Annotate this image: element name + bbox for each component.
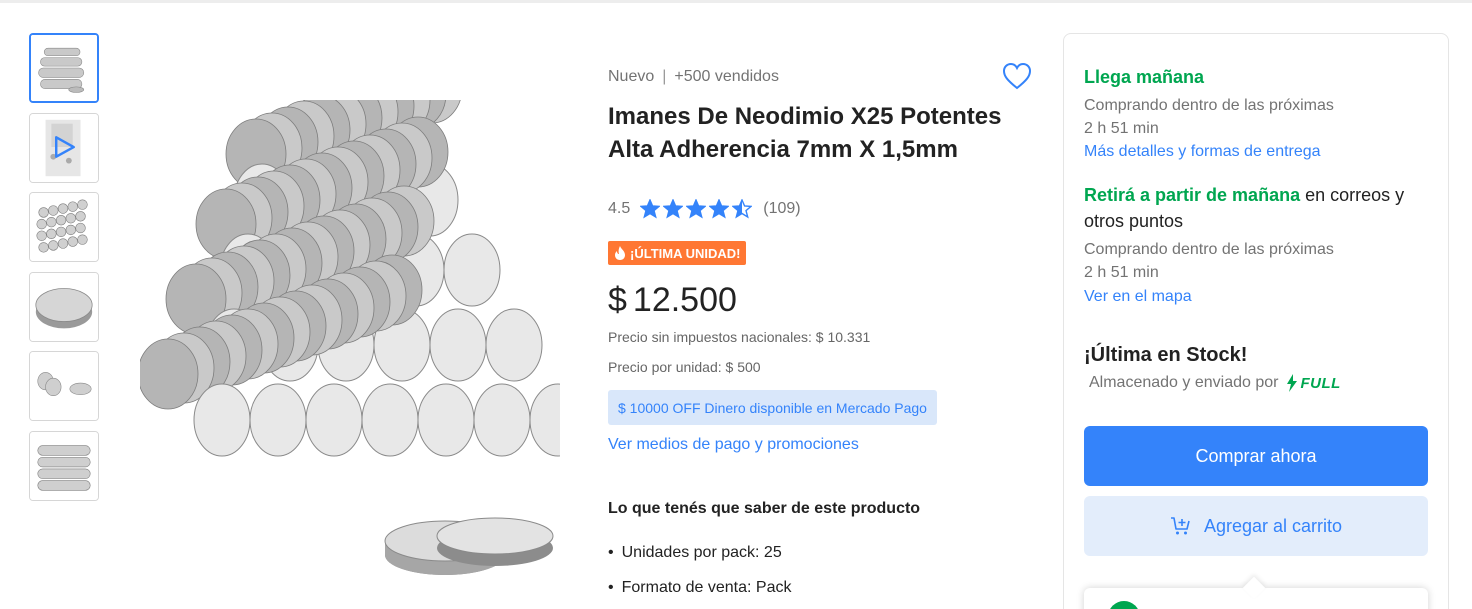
flame-icon [615, 246, 625, 260]
badge-label: ¡ÚLTIMA UNIDAD! [630, 245, 741, 261]
feature-text: Formato de venta: Pack [621, 579, 792, 596]
mercado-pago-promo: $ 10000 OFF Dinero disponible en Mercado… [608, 390, 937, 425]
thumbnail-6[interactable] [29, 431, 99, 501]
buy-now-button[interactable]: Comprar ahora [1084, 426, 1428, 486]
rating-value: 4.5 [608, 200, 631, 217]
thumbnail-5[interactable] [29, 351, 99, 421]
add-to-cart-label: Agregar al carrito [1203, 515, 1343, 536]
pickup-subtitle: Comprando dentro de las próximas [1084, 241, 1334, 258]
product-price: $ 12.500 [608, 281, 737, 320]
star-full-icon [663, 199, 684, 219]
favorite-heart-icon[interactable] [1002, 62, 1032, 90]
buy-now-label: Comprar ahora [1195, 445, 1317, 466]
bullet-dot: • [608, 579, 614, 596]
cart-add-icon [1170, 517, 1190, 535]
price-amount: 12.500 [632, 281, 737, 319]
arrival-title: Llega mañana [1084, 67, 1205, 87]
star-full-icon [640, 199, 661, 219]
product-title: Imanes De Neodimio X25 Potentes Alta Adh… [608, 103, 1002, 163]
fulfillment-info: Almacenado y enviado por FULL [1089, 374, 1341, 392]
star-full-icon [709, 199, 730, 219]
sold-count: +500 vendidos [674, 68, 779, 85]
pickup-countdown: 2 h 51 min [1084, 264, 1159, 281]
product-rating[interactable]: 4.5 (109) [608, 199, 801, 219]
bullet-dot: • [608, 544, 614, 561]
star-half-icon [732, 199, 753, 219]
full-logo: FULL [1286, 374, 1340, 392]
condition-label: Nuevo [608, 68, 655, 85]
feature-item: • Unidades por pack: 25 [608, 544, 782, 562]
star-full-icon [686, 199, 707, 219]
subtitle-separator: | [662, 68, 667, 85]
feature-item: • Formato de venta: Pack [608, 579, 791, 597]
price-currency: $ [608, 281, 627, 319]
thumbnail-video[interactable] [29, 113, 99, 183]
last-unit-badge: ¡ÚLTIMA UNIDAD! [608, 241, 747, 265]
arrival-countdown: 2 h 51 min [1084, 120, 1159, 137]
product-subtitle: Nuevo | +500 vendidos [608, 68, 779, 86]
fulfillment-text: Almacenado y enviado por [1089, 374, 1279, 391]
full-label: FULL [1300, 374, 1341, 392]
map-link[interactable]: Ver en el mapa [1084, 288, 1192, 306]
payment-methods-link[interactable]: Ver medios de pago y promociones [608, 436, 859, 454]
unit-price: Precio por unidad: $ 500 [608, 359, 761, 375]
rating-stars [640, 199, 755, 219]
thumbnail-3[interactable] [29, 192, 99, 262]
price-no-tax: Precio sin impuestos nacionales: $ 10.33… [608, 329, 871, 345]
product-highlights-title: Lo que tenés que saber de este producto [608, 500, 921, 517]
thumbnail-1[interactable] [29, 33, 99, 103]
lightning-icon [1287, 374, 1298, 392]
review-count: (109) [763, 200, 801, 217]
feature-text: Unidades por pack: 25 [621, 544, 782, 561]
delivery-details-link[interactable]: Más detalles y formas de entrega [1084, 143, 1321, 161]
stock-title: ¡Última en Stock! [1084, 344, 1248, 366]
main-product-image[interactable] [140, 100, 560, 580]
pickup-title: Retirá a partir de mañana [1084, 185, 1301, 205]
top-divider [0, 0, 1472, 3]
thumbnail-4[interactable] [29, 272, 99, 342]
arrival-subtitle: Comprando dentro de las próximas [1084, 97, 1334, 114]
add-to-cart-button[interactable]: Agregar al carrito [1084, 496, 1428, 556]
pickup-info: Retirá a partir de mañana en correos y o… [1084, 182, 1430, 234]
